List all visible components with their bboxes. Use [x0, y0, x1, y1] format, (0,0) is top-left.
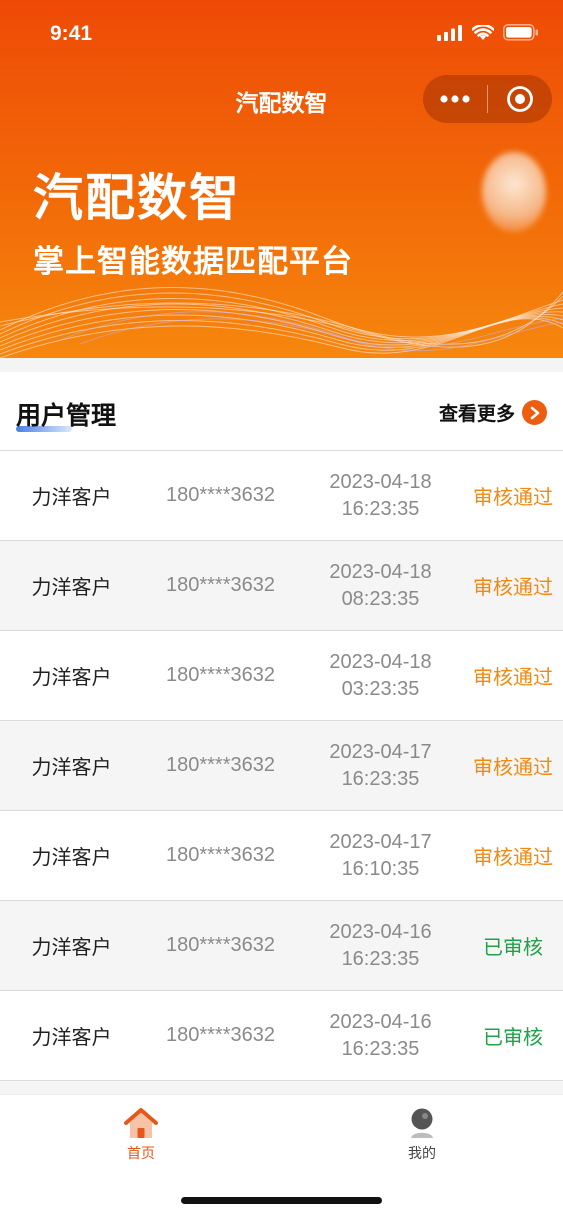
user-date: 2023-04-17	[329, 830, 432, 853]
user-datetime: 2023-04-18 03:23:35	[298, 649, 463, 703]
user-name: 力洋客户	[31, 1025, 112, 1049]
status-badge: 审核通过	[473, 845, 553, 869]
user-date: 2023-04-18	[329, 560, 432, 583]
status-badge: 审核通过	[473, 755, 553, 779]
user-time: 16:23:35	[341, 767, 420, 790]
user-datetime: 2023-04-16 16:23:35	[298, 919, 463, 973]
profile-icon	[411, 1108, 433, 1138]
section-title: 用户管理	[16, 401, 117, 430]
home-indicator	[181, 1197, 382, 1204]
wifi-icon	[472, 24, 494, 40]
tab-home-label: 首页	[127, 1146, 155, 1162]
user-row[interactable]: 力洋客户 180****3632 2023-04-18 08:23:35 审核通…	[0, 540, 563, 630]
user-name: 力洋客户	[31, 845, 112, 869]
user-date: 2023-04-18	[329, 470, 432, 493]
user-datetime: 2023-04-18 08:23:35	[298, 559, 463, 613]
user-phone: 180****3632	[166, 754, 275, 776]
chevron-right-icon	[522, 400, 547, 425]
user-time: 16:23:35	[341, 947, 420, 970]
user-row[interactable]: 力洋客户 180****3632 2023-04-16 16:23:35 已审核	[0, 990, 563, 1080]
header-banner: 9:41 汽配数智 汽配数智 掌上智能数据匹配平台	[0, 0, 563, 358]
user-management-card: 用户管理 查看更多 力洋客户 180****3632 2023-04-18 16…	[0, 372, 563, 1094]
status-badge: 审核通过	[473, 575, 553, 599]
miniprogram-capsule	[423, 75, 552, 123]
status-badge: 已审核	[483, 1025, 543, 1049]
user-phone: 180****3632	[166, 574, 275, 596]
user-name: 力洋客户	[31, 485, 112, 509]
status-badge: 审核通过	[473, 485, 553, 509]
user-row[interactable]: 力洋客户 180****3632 2023-04-18 03:23:35 审核通…	[0, 630, 563, 720]
battery-icon	[503, 24, 538, 41]
user-date: 2023-04-17	[329, 740, 432, 763]
hero-subtitle: 掌上智能数据匹配平台	[33, 244, 353, 280]
user-phone: 180****3632	[166, 934, 275, 956]
section-header: 用户管理 查看更多	[0, 372, 563, 450]
user-name: 力洋客户	[31, 755, 112, 779]
user-time: 16:23:35	[341, 497, 420, 520]
status-bar: 9:41	[0, 0, 563, 74]
status-icons	[437, 24, 539, 41]
status-badge: 已审核	[483, 935, 543, 959]
user-datetime: 2023-04-16 16:23:35	[298, 1009, 463, 1063]
tab-mine[interactable]: 我的	[372, 1103, 472, 1163]
close-miniprogram-button[interactable]	[488, 75, 552, 123]
status-time: 9:41	[50, 22, 93, 45]
user-time: 16:23:35	[341, 1037, 420, 1060]
user-name: 力洋客户	[31, 665, 112, 689]
hero-decoration-image	[482, 152, 546, 232]
more-dots-icon	[440, 95, 470, 103]
user-datetime: 2023-04-17 16:10:35	[298, 829, 463, 883]
user-time: 03:23:35	[341, 677, 420, 700]
status-badge: 审核通过	[473, 665, 553, 689]
user-row[interactable]: 力洋客户 180****3632 2023-04-17 16:10:35 审核通…	[0, 810, 563, 900]
user-phone: 180****3632	[166, 844, 275, 866]
user-phone: 180****3632	[166, 1024, 275, 1046]
signal-icon	[437, 24, 462, 41]
target-close-icon	[507, 86, 533, 112]
user-row[interactable]: 力洋客户 180****3632 2023-04-16 16:23:35 已审核	[0, 900, 563, 990]
tab-mine-label: 我的	[408, 1146, 436, 1162]
user-name: 力洋客户	[31, 575, 112, 599]
tab-home[interactable]: 首页	[91, 1103, 191, 1163]
user-date: 2023-04-16	[329, 1010, 432, 1033]
view-more-label: 查看更多	[438, 403, 515, 425]
user-row[interactable]: 力洋客户 180****3632 2023-04-17 16:23:35 审核通…	[0, 720, 563, 810]
more-menu-button[interactable]	[423, 75, 487, 123]
home-icon	[124, 1108, 158, 1138]
user-row-partial[interactable]	[0, 1080, 563, 1094]
user-datetime: 2023-04-17 16:23:35	[298, 739, 463, 793]
hero-title: 汽配数智	[33, 169, 241, 227]
user-date: 2023-04-18	[329, 650, 432, 673]
user-name: 力洋客户	[31, 935, 112, 959]
view-more-link[interactable]: 查看更多	[439, 399, 547, 426]
user-phone: 180****3632	[166, 484, 275, 506]
user-phone: 180****3632	[166, 664, 275, 686]
user-row[interactable]: 力洋客户 180****3632 2023-04-18 16:23:35 审核通…	[0, 450, 563, 540]
user-date: 2023-04-16	[329, 920, 432, 943]
user-time: 16:10:35	[341, 857, 420, 880]
user-time: 08:23:35	[341, 587, 420, 610]
user-datetime: 2023-04-18 16:23:35	[298, 469, 463, 523]
